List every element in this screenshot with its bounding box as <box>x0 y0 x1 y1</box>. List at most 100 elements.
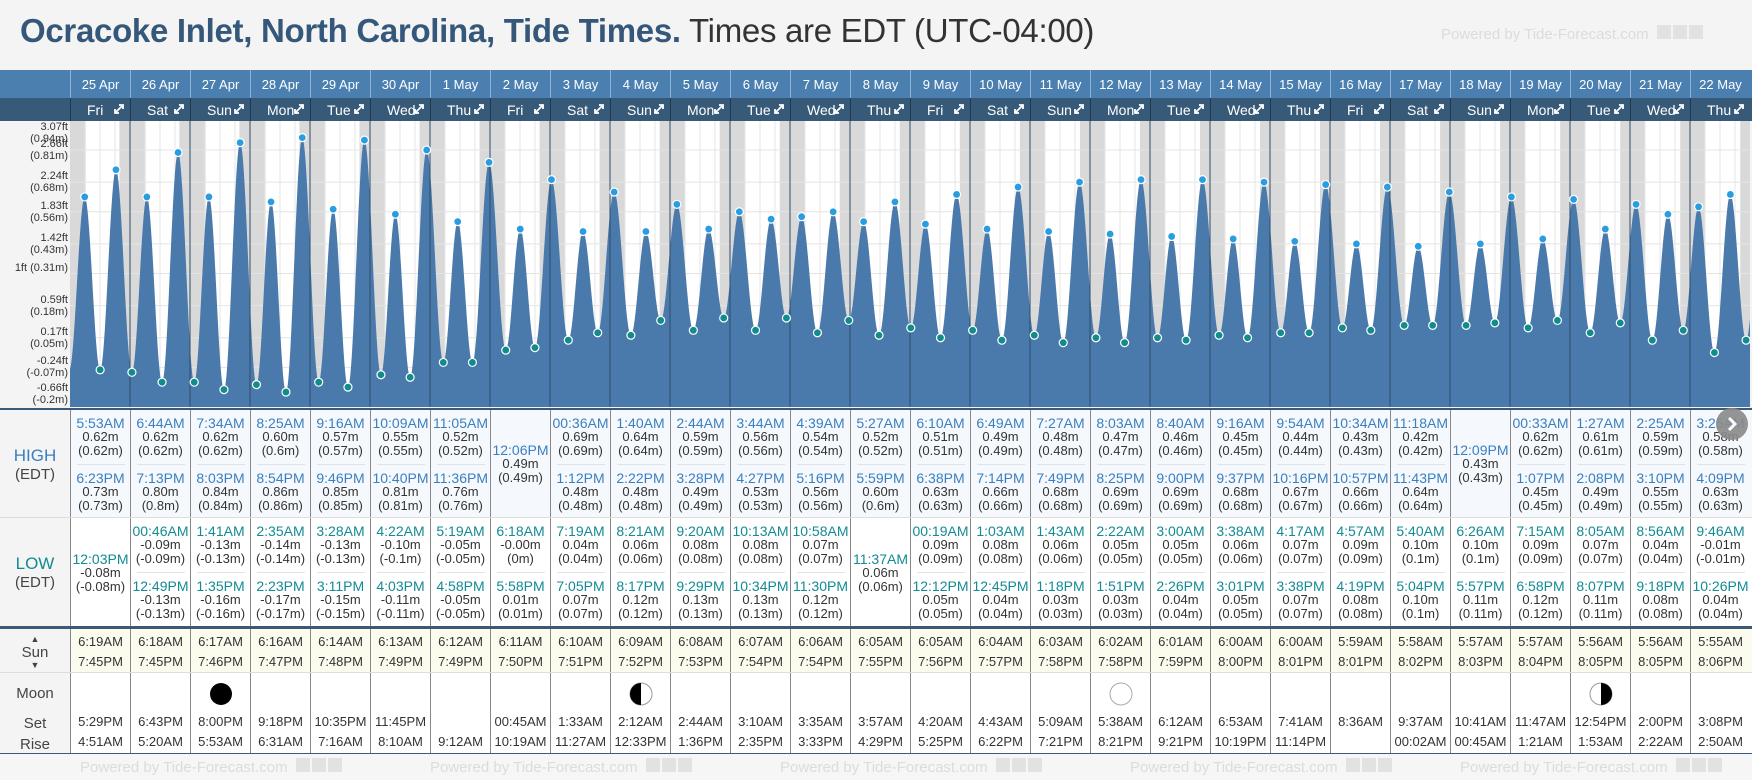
weekday-header[interactable]: Wed <box>790 98 850 121</box>
weekday-header[interactable]: Sat <box>550 98 610 121</box>
low-tide-point <box>343 382 353 392</box>
high-tide-point <box>1725 189 1735 200</box>
high-tide-height: 0.49m <box>1582 483 1619 499</box>
low-tide-point <box>1490 318 1500 328</box>
moonrise-time: 4:29PM <box>858 734 903 749</box>
moonrise-time: 4:51AM <box>78 734 123 749</box>
weekday-header[interactable]: Thu <box>1270 98 1330 121</box>
moon-row: Moon Set Rise 5:29PM 4:51AM 6:43PM 5:20AM 8:… <box>0 672 1752 755</box>
weekday-header[interactable]: Fri <box>490 98 550 121</box>
moon-times: 5:09AM 7:21PM <box>1038 715 1083 749</box>
high-tide-entry: 11:43PM 0.64m (0.64m) <box>1393 469 1448 515</box>
divider <box>676 572 725 573</box>
low-tide-time: 3:00AM <box>1156 523 1205 539</box>
tide-forecast-logo-icon <box>294 758 342 776</box>
moonset-time: 5:38AM <box>1098 714 1143 729</box>
low-tide-height-alt: (-0.17m) <box>255 606 306 621</box>
high-tide-point <box>890 197 900 207</box>
moonrise-time: 11:27AM <box>554 734 607 749</box>
low-tide-height-alt: (0.13m) <box>678 606 723 621</box>
weekday-header[interactable]: Sun <box>1030 98 1090 121</box>
low-tide-cell: 2:35AM -0.14m (-0.14m) 2:23PM -0.17m (-0.17m) <box>250 518 310 627</box>
high-tide-height: 0.46m <box>1162 428 1199 444</box>
low-tide-entry: 2:22AM 0.05m (0.05m) <box>1096 522 1144 568</box>
high-tide-entry: 8:54PM 0.86m (0.86m) <box>256 469 304 515</box>
sun-cell: 6:04AM 7:57PM <box>970 629 1030 675</box>
high-tide-time: 2:25AM <box>1636 414 1685 431</box>
high-tide-point <box>484 157 494 167</box>
divider <box>496 572 545 573</box>
low-tide-point <box>563 335 573 345</box>
weekday-header[interactable]: Fri <box>70 98 130 121</box>
weekday-header[interactable]: Sun <box>190 98 250 121</box>
low-tide-time: 4:57AM <box>1336 523 1385 539</box>
weekday-header[interactable]: Thu <box>850 98 910 121</box>
low-tide-height-alt: (0.1m) <box>1401 606 1440 621</box>
high-tide-entry: 9:16AM 0.57m (0.57m) <box>316 414 364 460</box>
weekday-header[interactable]: Tue <box>730 98 790 121</box>
high-tide-entry: 9:54AM 0.44m (0.44m) <box>1276 414 1324 460</box>
weekday-label: Wed <box>387 101 416 118</box>
weekday-header[interactable]: Thu <box>430 98 490 121</box>
low-tide-point <box>467 357 478 368</box>
divider <box>196 463 245 465</box>
sunrise-time: 5:55AM <box>1698 634 1743 649</box>
weekday-header[interactable]: Tue <box>1150 98 1210 121</box>
weekday-label: Tue <box>1587 101 1611 118</box>
high-tide-cell: 1:27AM 0.61m (0.61m) 2:08PM 0.49m (0.49m) <box>1570 410 1630 518</box>
low-label: LOW <box>15 554 55 573</box>
high-tide-cell: 8:25AM 0.60m (0.6m) 8:54PM 0.86m (0.86m) <box>250 410 310 518</box>
weekday-header[interactable]: Sat <box>130 98 190 121</box>
sunrise-time: 6:00AM <box>1218 634 1263 649</box>
low-tide-time: 4:03PM <box>376 578 425 594</box>
weekday-header[interactable]: Thu <box>1690 98 1750 121</box>
powered-by-link[interactable]: Powered by Tide-Forecast.com <box>1441 25 1703 43</box>
low-tide-height-alt: (0.06m) <box>858 578 903 594</box>
weekday-header[interactable]: Sun <box>610 98 670 121</box>
weekday-header[interactable]: Wed <box>370 98 430 121</box>
low-tide-height-alt: (-0.05m) <box>435 606 486 621</box>
weekday-header[interactable]: Sun <box>1450 98 1510 121</box>
low-tide-height-alt: (0.11m) <box>1458 606 1503 621</box>
high-tide-height: 0.86m <box>262 483 299 499</box>
low-tide-cell: 11:37AM 0.06m (0.06m) <box>850 518 910 627</box>
high-tide-entry: 6:44AM 0.62m (0.62m) <box>136 414 184 460</box>
weekday-header[interactable]: Fri <box>1330 98 1390 121</box>
low-tide-point <box>935 333 946 343</box>
low-tide-height: 0.10m <box>1402 592 1439 607</box>
high-tide-cell: 00:36AM 0.69m (0.69m) 1:12PM 0.48m (0.48m) <box>550 410 610 518</box>
sun-cell: 5:55AM 8:06PM <box>1690 629 1750 675</box>
high-tide-point <box>80 192 90 202</box>
weekday-label: Sun <box>1467 101 1492 118</box>
weekday-header[interactable]: Wed <box>1630 98 1690 121</box>
low-tide-time: 12:12PM <box>912 578 969 594</box>
weekday-header[interactable]: Mon <box>1090 98 1150 121</box>
weekday-header[interactable]: Tue <box>310 98 370 121</box>
divider <box>256 572 305 573</box>
low-tide-point <box>1304 328 1314 338</box>
high-tide-point <box>609 187 619 197</box>
weekday-header[interactable]: Mon <box>670 98 730 121</box>
low-tide-point <box>1647 335 1657 345</box>
sun-row: ▲ Sun ▼ 6:19AM 7:45PM 6:18AM 7:45PM 6:17AM 7:… <box>0 626 1752 675</box>
weekday-header[interactable]: Sat <box>970 98 1030 121</box>
high-tide-time: 00:33AM <box>1512 414 1569 431</box>
moonset-time: 3:08PM <box>1698 714 1743 729</box>
high-tide-height: 0.62m <box>82 428 119 444</box>
weekday-header[interactable]: Sat <box>1390 98 1450 121</box>
scroll-next-button[interactable] <box>1716 408 1748 440</box>
moonrise-time: 8:10AM <box>378 734 423 749</box>
sunrise-time: 6:12AM <box>438 634 483 649</box>
weekday-header[interactable]: Mon <box>1510 98 1570 121</box>
weekday-header[interactable]: Fri <box>910 98 970 121</box>
high-tide-point <box>1167 231 1177 242</box>
weekday-header[interactable]: Tue <box>1570 98 1630 121</box>
low-tide-height-alt: (0.04m) <box>558 551 603 566</box>
low-tide-time: 6:18AM <box>496 523 545 539</box>
sunset-time: 7:48PM <box>318 654 363 669</box>
sun-cell: 5:59AM 8:01PM <box>1330 629 1390 675</box>
weekday-header[interactable]: Wed <box>1210 98 1270 121</box>
weekday-header[interactable]: Mon <box>250 98 310 121</box>
powered-by-watermark: Powered by Tide-Forecast.com <box>80 758 342 776</box>
sunset-time: 7:49PM <box>438 654 483 669</box>
